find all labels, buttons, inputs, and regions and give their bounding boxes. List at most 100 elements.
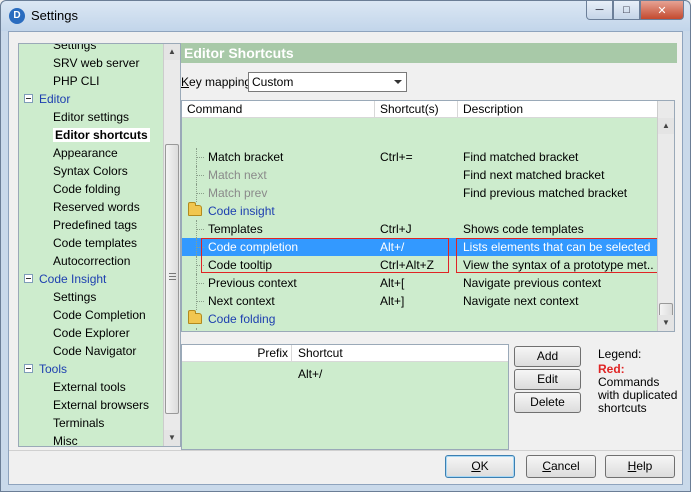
minimize-button[interactable]: ─	[586, 1, 613, 20]
cancel-button[interactable]: Cancel	[526, 455, 596, 478]
tree-item[interactable]: Code Navigator	[53, 342, 136, 360]
tree-item-label: Code Navigator	[53, 344, 137, 358]
grid-cell-command: Match next	[208, 168, 267, 182]
grid-cell-description: Collapses all folds	[463, 328, 653, 331]
grid-cell-description: Find previous matched bracket	[463, 186, 628, 200]
folder-icon	[188, 310, 202, 324]
grid-row[interactable]: Match next Find next matched bracket	[182, 166, 658, 184]
maximize-icon: □	[623, 4, 630, 16]
tree-group-item[interactable]: Tools	[39, 360, 67, 378]
grid-row[interactable]: Match prev Find previous matched bracket	[182, 184, 658, 202]
column-header-description[interactable]: Description	[458, 101, 658, 118]
collapse-toggle-icon[interactable]	[24, 94, 33, 103]
tree-item-label: External tools	[53, 380, 126, 394]
app-logo-icon: D	[9, 8, 25, 24]
add-button[interactable]: Add	[514, 346, 581, 367]
column-header-command[interactable]: Command	[182, 101, 375, 118]
tree-item[interactable]: Code folding	[53, 180, 120, 198]
tree-item-label: Syntax Colors	[53, 164, 128, 178]
tree-item[interactable]: Editor settings	[53, 108, 129, 126]
grid-group-row[interactable]: Code insight	[182, 202, 658, 220]
tree-item-label: Code Insight	[39, 272, 107, 286]
keymap-select[interactable]: Custom	[248, 72, 407, 92]
tree-item-label: Editor	[39, 92, 71, 106]
tree-item[interactable]: Code Completion	[53, 306, 146, 324]
tree-item[interactable]: Appearance	[53, 144, 118, 162]
tree-item[interactable]: Predefined tags	[53, 216, 137, 234]
panel-title: Editor Shortcuts	[181, 43, 677, 63]
maximize-button[interactable]: □	[613, 1, 640, 20]
grid-cell-description: Navigate previous context	[463, 276, 602, 290]
tree-item-label: Code Completion	[53, 308, 146, 322]
tree-item-label: Code templates	[53, 236, 138, 250]
prefix-row-shortcut: Alt+/	[298, 367, 323, 381]
grid-cell-command: Match prev	[208, 186, 268, 200]
tree-item[interactable]: Editor shortcuts	[53, 126, 150, 144]
tree-item[interactable]: External browsers	[53, 396, 149, 414]
tree-item[interactable]: Settings	[53, 44, 96, 54]
grid-cell-command: Code insight	[208, 204, 275, 218]
grid-cell-description: Find next matched bracket	[463, 168, 605, 182]
tree-item[interactable]: Autocorrection	[53, 252, 130, 270]
ok-button[interactable]: OK	[445, 455, 515, 478]
title-bar[interactable]: D Settings ─ □ ✕	[1, 1, 690, 31]
grid-cell-shortcut: Ctrl+=	[380, 150, 413, 164]
grid-cell-command: Previous context	[208, 276, 297, 290]
scroll-down-icon[interactable]: ▼	[164, 430, 180, 446]
tree-group-item[interactable]: Code Insight	[39, 270, 106, 288]
tree-item[interactable]: Settings	[53, 288, 96, 306]
grid-scroll-down-icon[interactable]: ▼	[658, 315, 674, 331]
tree-item[interactable]: Terminals	[53, 414, 104, 432]
tree-item[interactable]: Misc	[53, 432, 78, 446]
keymap-label: Key mapping:	[181, 75, 255, 89]
tree-scrollbar[interactable]: ▲ ▼	[163, 44, 180, 446]
grid-row[interactable]: Match bracket Ctrl+= Find matched bracket	[182, 148, 658, 166]
tree-item[interactable]: Syntax Colors	[53, 162, 128, 180]
grid-cell-description: Navigate next context	[463, 294, 579, 308]
caption-buttons: ─ □ ✕	[586, 1, 684, 21]
grid-scroll-up-icon[interactable]: ▲	[658, 118, 674, 134]
grid-row[interactable]: Collapse all Collapses all folds	[182, 328, 658, 331]
chevron-down-icon	[394, 80, 402, 84]
close-button[interactable]: ✕	[640, 1, 684, 20]
column-header-shortcut[interactable]: Shortcut(s)	[375, 101, 458, 118]
tree-item[interactable]: Reserved words	[53, 198, 140, 216]
column-header-prefix[interactable]: Prefix	[256, 345, 288, 362]
delete-button[interactable]: Delete	[514, 392, 581, 413]
grid-header: Command Shortcut(s) Description	[182, 101, 658, 118]
tree-item[interactable]: Code templates	[53, 234, 137, 252]
edit-button[interactable]: Edit	[514, 369, 581, 390]
legend-title: Legend:	[598, 347, 642, 361]
tree-item-label: Autocorrection	[53, 254, 131, 268]
grid-cell-description: Shows code templates	[463, 222, 584, 236]
tree-scrollbar-thumb[interactable]	[165, 144, 179, 414]
grid-cell-shortcut	[380, 166, 458, 184]
scroll-up-icon[interactable]: ▲	[164, 44, 180, 60]
grid-group-row[interactable]: Code folding	[182, 310, 658, 328]
duplicate-description-box	[456, 238, 658, 273]
grid-cell-command: Code folding	[208, 312, 276, 326]
minimize-icon: ─	[595, 4, 604, 16]
tree-item[interactable]: PHP CLI	[53, 72, 99, 90]
column-header-prefix-shortcut[interactable]: Shortcut	[298, 345, 343, 362]
tree-item-label: External browsers	[53, 398, 150, 412]
window-title: Settings	[31, 8, 78, 23]
tree-item-label: Editor settings	[53, 110, 130, 124]
tree-item[interactable]: Code Explorer	[53, 324, 130, 342]
dialog-client-area: Settings SRV web server PHP CLI Editor Edito…	[8, 31, 683, 485]
collapse-toggle-icon[interactable]	[24, 274, 33, 283]
tree-item[interactable]: SRV web server	[53, 54, 139, 72]
tree-item[interactable]: External tools	[53, 378, 126, 396]
collapse-toggle-icon[interactable]	[24, 364, 33, 373]
grid-cell-description: Find matched bracket	[463, 150, 579, 164]
grid-row[interactable]: Templates Ctrl+J Shows code templates	[182, 220, 658, 238]
prefix-row[interactable]: Alt+/	[182, 365, 508, 383]
grid-scrollbar[interactable]: ▲ ▼	[657, 101, 674, 331]
grid-row[interactable]: Next context Alt+] Navigate next context	[182, 292, 658, 310]
tree-item-label: Tools	[39, 362, 68, 376]
help-button[interactable]: Help	[605, 455, 675, 478]
tree-group-item[interactable]: Editor	[39, 90, 70, 108]
settings-window: D Settings ─ □ ✕ Settings SRV web server P…	[0, 0, 691, 492]
settings-tree: Settings SRV web server PHP CLI Editor Edito…	[18, 43, 181, 447]
grid-row[interactable]: Previous context Alt+[Navigate previous c…	[182, 274, 658, 292]
